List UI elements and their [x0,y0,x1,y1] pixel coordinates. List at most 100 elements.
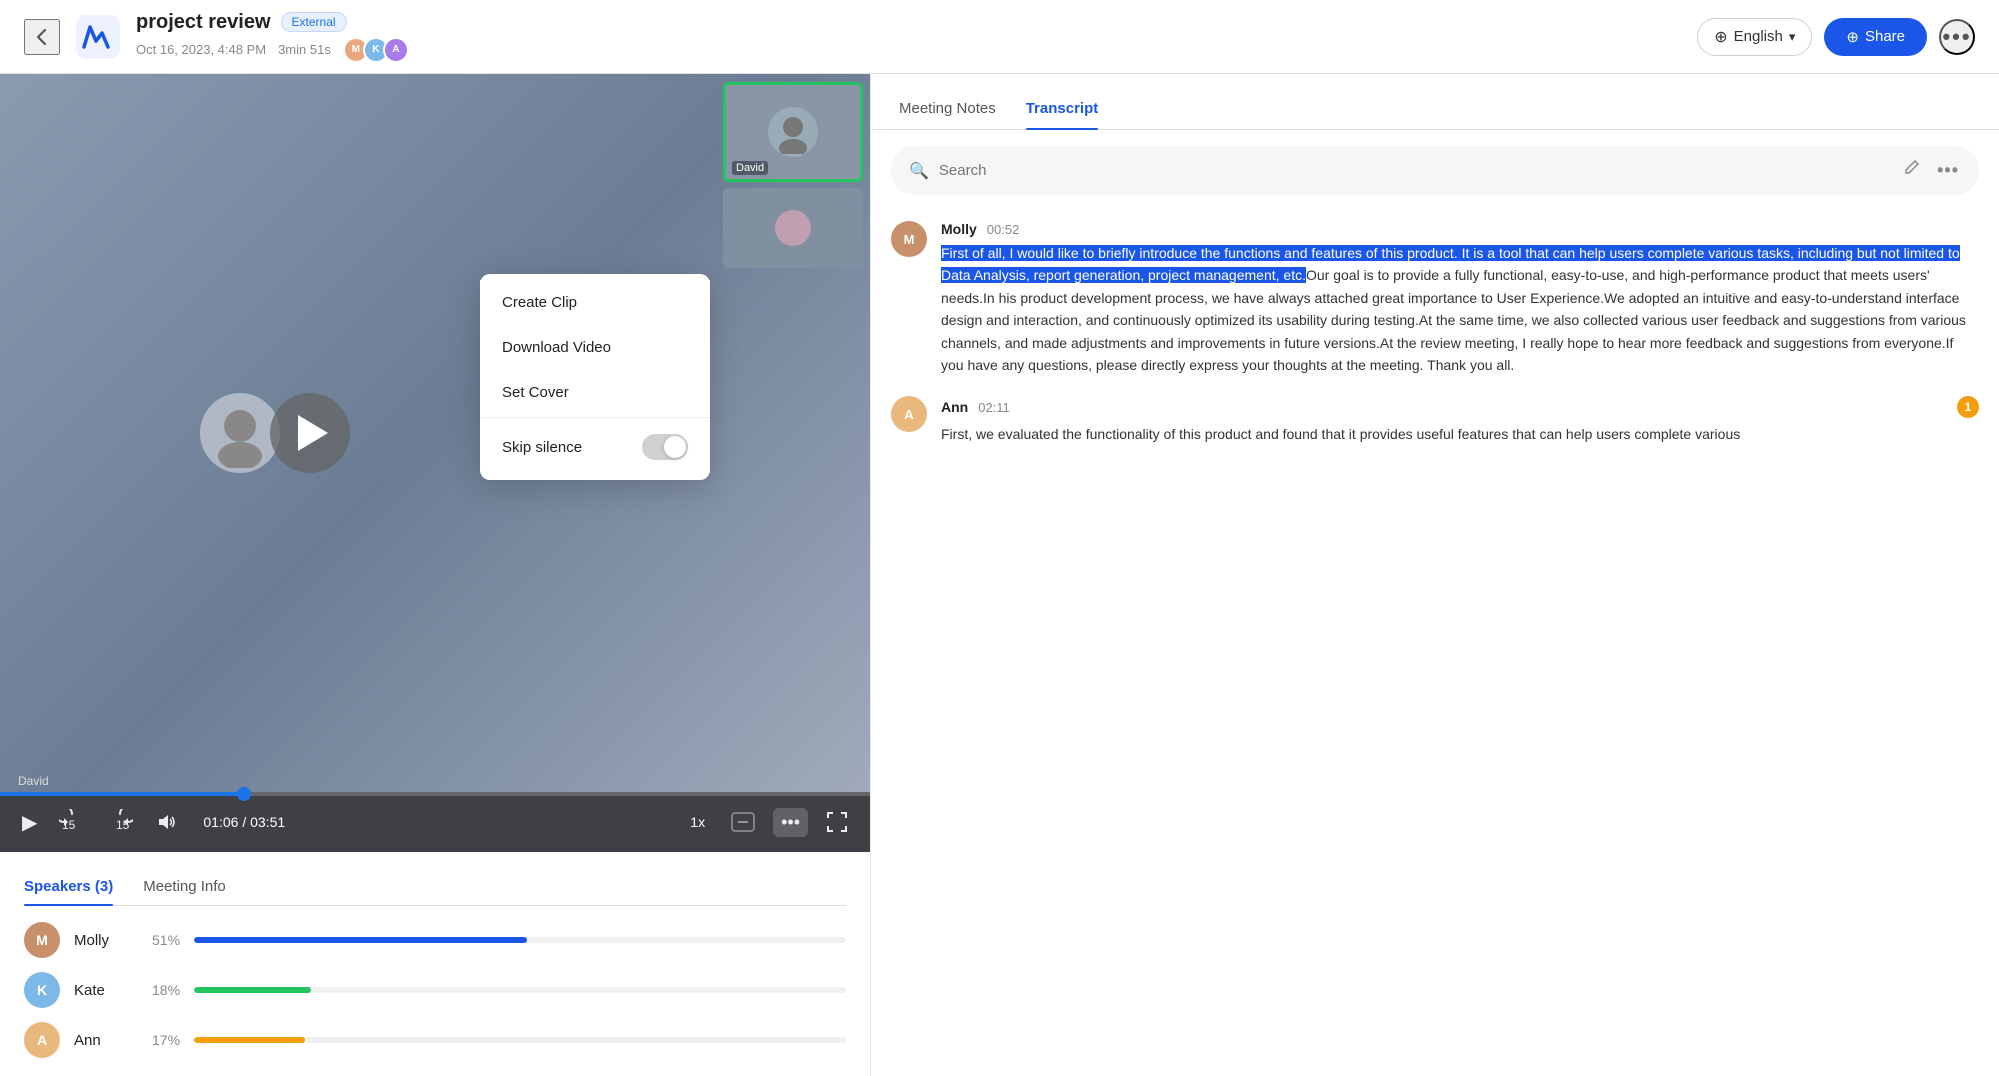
volume-button[interactable] [151,807,181,837]
speakers-list: M Molly 51% K Kate 18% [24,922,846,1058]
molly-normal-text: Our goal is to provide a fully functiona… [941,267,1966,373]
david-avatar [768,107,818,157]
main-speaker-display [200,393,350,473]
molly-transcript-header: Molly 00:52 [941,221,1979,237]
molly-pct: 51% [152,932,180,948]
tab-transcript[interactable]: Transcript [1026,92,1099,129]
kate-avatar [775,210,811,246]
progress-fill [0,792,244,796]
search-icon: 🔍 [909,161,929,181]
molly-transcript-time: 00:52 [987,222,1020,237]
ann-avatar-list: A [24,1022,60,1058]
progress-bar[interactable] [0,792,870,796]
meeting-date: Oct 16, 2023, 4:48 PM [136,42,266,57]
molly-transcript-body: Molly 00:52 First of all, I would like t… [941,221,1979,376]
avatar-3: A [383,37,409,63]
chevron-down-icon: ▾ [1789,29,1796,45]
menu-skip-silence[interactable]: Skip silence [480,420,710,474]
transcript-content: M Molly 00:52 First of all, I would like… [871,211,1999,1076]
ann-bar [194,1037,305,1043]
play-icon [298,415,328,451]
language-label: English [1734,28,1783,45]
video-area: David Create Clip Download Video Set Cov… [0,74,870,792]
meeting-duration: 3min 51s [278,42,331,57]
molly-bar-container [194,937,846,943]
time-display: 01:06 / 03:51 [203,814,285,830]
kate-pct: 18% [152,982,180,998]
ann-transcript-avatar: A [891,396,927,432]
ann-transcript-time: 02:11 [978,400,1010,415]
kate-bar2 [227,987,292,993]
search-input[interactable] [939,162,1889,179]
thumbnail-david[interactable]: David [723,82,863,182]
forward-button[interactable]: 15 [103,805,137,839]
speaker-row-ann: A Ann 17% [24,1022,846,1058]
tab-meeting-info[interactable]: Meeting Info [143,870,226,905]
app-logo [76,15,120,59]
skip-silence-toggle[interactable] [642,434,688,460]
transcript-entry-molly: M Molly 00:52 First of all, I would like… [891,221,1979,376]
header: project review External Oct 16, 2023, 4:… [0,0,1999,74]
context-menu: Create Clip Download Video Set Cover Ski… [480,274,710,480]
ann-name: Ann [74,1032,134,1049]
molly-bar [194,937,527,943]
video-thumbnails: David [715,74,870,276]
transcript-entry-ann: A Ann 02:11 1 First, we evaluated the fu… [891,396,1979,445]
search-bar: 🔍 ••• [891,146,1979,195]
right-panel: Meeting Notes Transcript 🔍 ••• M Molly 0 [870,74,1999,1076]
thumbnail-kate[interactable] [723,188,863,268]
edit-icon-button[interactable] [1899,156,1923,185]
main-speaker-avatar [200,393,280,473]
molly-transcript-text: First of all, I would like to briefly in… [941,242,1979,376]
external-badge: External [281,12,347,32]
ann-transcript-name: Ann [941,399,968,415]
david-label: David [732,161,768,175]
speaker-row-kate: K Kate 18% [24,972,846,1008]
notification-badge: 1 [1957,396,1979,418]
menu-create-clip[interactable]: Create Clip [480,280,710,325]
ann-pct: 17% [152,1032,180,1048]
fullscreen-button[interactable] [822,807,852,837]
progress-dot [237,787,251,801]
rewind-button[interactable]: 15 [55,805,89,839]
search-actions: ••• [1899,156,1961,185]
left-panel: David Create Clip Download Video Set Cov… [0,74,870,1076]
bottom-panel: Speakers (3) Meeting Info M Molly 51% K … [0,852,870,1076]
more-options-button[interactable]: ••• [1939,19,1975,55]
meeting-title: project review [136,11,271,34]
share-button[interactable]: ⊕ Share [1824,18,1927,56]
molly-name: Molly [74,932,134,949]
ann-bar-container [194,1037,846,1043]
speaker-label-overlay: David [18,774,49,788]
menu-set-cover[interactable]: Set Cover [480,370,710,415]
tab-speakers[interactable]: Speakers (3) [24,870,113,905]
back-button[interactable] [24,19,60,55]
header-info: project review External Oct 16, 2023, 4:… [136,11,1681,63]
menu-download-video[interactable]: Download Video [480,325,710,370]
play-pause-button[interactable]: ▶ [18,806,41,839]
menu-divider [480,417,710,418]
kate-avatar-list: K [24,972,60,1008]
globe-icon: ⊕ [1714,27,1727,47]
participant-avatars: M K A [343,37,409,63]
header-actions: ⊕ English ▾ ⊕ Share ••• [1697,18,1975,56]
captions-button[interactable] [727,808,759,836]
language-button[interactable]: ⊕ English ▾ [1697,18,1812,56]
molly-avatar: M [24,922,60,958]
ann-transcript-text: First, we evaluated the functionality of… [941,423,1979,445]
toggle-thumb [664,436,686,458]
speed-button[interactable]: 1x [682,810,713,834]
controls-bar: David ▶ 15 15 01:06 / 03:51 1x ••• [0,792,870,852]
right-tabs: Meeting Notes Transcript [871,74,1999,130]
ann-transcript-body: Ann 02:11 1 First, we evaluated the func… [941,396,1979,445]
more-controls-button[interactable]: ••• [773,808,808,837]
speaker-row-molly: M Molly 51% [24,922,846,958]
play-button[interactable] [270,393,350,473]
kate-bar-container [194,987,846,993]
more-transcript-button[interactable]: ••• [1935,158,1961,183]
bottom-tabs: Speakers (3) Meeting Info [24,870,846,906]
molly-transcript-name: Molly [941,221,977,237]
tab-meeting-notes[interactable]: Meeting Notes [899,92,996,129]
molly-transcript-avatar: M [891,221,927,257]
ann-transcript-header: Ann 02:11 1 [941,396,1979,418]
